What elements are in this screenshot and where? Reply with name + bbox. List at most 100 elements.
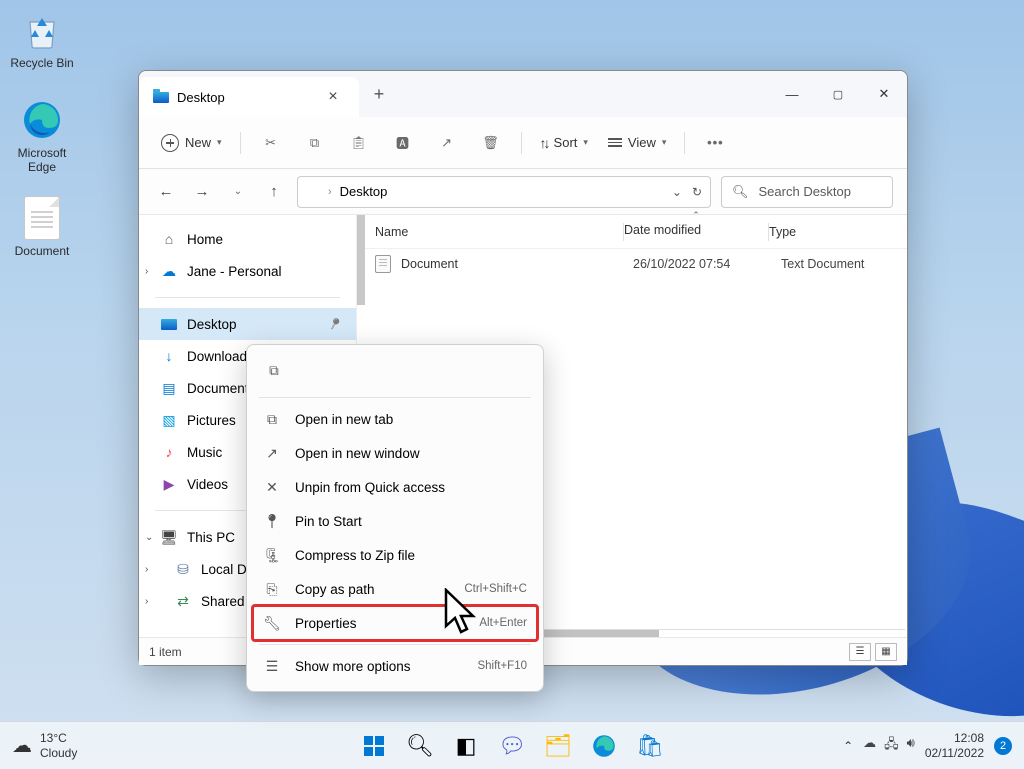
- network-icon[interactable]: 🖧︎: [884, 735, 899, 757]
- tab-close-icon[interactable]: ×: [321, 85, 345, 109]
- back-button[interactable]: ←: [153, 179, 179, 205]
- minimize-button[interactable]: —: [769, 71, 815, 117]
- file-row[interactable]: Document 26/10/2022 07:54 Text Document: [357, 249, 907, 279]
- thumbnails-view-button[interactable]: ▦: [875, 643, 897, 661]
- task-view-button[interactable]: ◧: [446, 726, 486, 766]
- ctx-copy-button[interactable]: ⧉: [259, 357, 289, 385]
- properties-icon: 🔧︎: [263, 614, 281, 632]
- address-bar[interactable]: › Desktop ⌄ ↻: [297, 176, 711, 208]
- system-tray[interactable]: ☁ 🖧︎ 🔊︎: [863, 735, 915, 757]
- onedrive-tray-icon[interactable]: ☁: [863, 735, 876, 757]
- sidebar-item-label: Pictures: [187, 413, 236, 428]
- ctx-copy-path[interactable]: ⎘Copy as pathCtrl+Shift+C: [253, 572, 537, 606]
- ctx-show-more[interactable]: ☰Show more optionsShift+F10: [253, 649, 537, 683]
- desktop-icon-recycle-bin[interactable]: Recycle Bin: [4, 8, 80, 70]
- volume-icon[interactable]: 🔊︎: [907, 735, 915, 757]
- chat-button[interactable]: 💬︎: [492, 726, 532, 766]
- file-date: 26/10/2022 07:54: [633, 257, 781, 271]
- pin-icon: 📍︎: [324, 314, 344, 334]
- close-button[interactable]: ✕: [861, 71, 907, 117]
- file-name: Document: [401, 257, 633, 271]
- sidebar-item-onedrive[interactable]: › ☁ Jane - Personal: [139, 255, 356, 287]
- copy-icon: ⧉: [310, 135, 319, 151]
- up-button[interactable]: ↑: [261, 179, 287, 205]
- collapse-icon[interactable]: ⌄: [145, 532, 153, 543]
- ctx-open-new-tab[interactable]: ⧉Open in new tab: [253, 402, 537, 436]
- search-box[interactable]: 🔍︎ Search Desktop: [721, 176, 893, 208]
- rename-button[interactable]: 🅰︎: [383, 126, 423, 160]
- column-name[interactable]: Name: [375, 225, 623, 239]
- desktop-icon-label: Microsoft Edge: [4, 146, 80, 174]
- address-segment[interactable]: Desktop: [340, 184, 388, 199]
- search-button[interactable]: 🔍︎: [400, 726, 440, 766]
- desktop-icon-document[interactable]: Document: [4, 196, 80, 258]
- sidebar-item-label: Jane - Personal: [187, 264, 282, 279]
- notification-badge[interactable]: 2: [994, 737, 1012, 755]
- more-icon: ☰: [263, 657, 281, 675]
- expand-icon[interactable]: ›: [145, 266, 148, 277]
- scroll-ruler[interactable]: [357, 215, 365, 305]
- ctx-open-new-window[interactable]: ↗Open in new window: [253, 436, 537, 470]
- column-type[interactable]: Type: [769, 225, 889, 239]
- refresh-button[interactable]: ↻: [692, 185, 702, 199]
- clock-date: 02/11/2022: [925, 746, 984, 760]
- desktop-icon-edge[interactable]: Microsoft Edge: [4, 98, 80, 174]
- copy-icon: ⧉: [269, 363, 279, 379]
- column-date[interactable]: ⌃Date modified: [624, 226, 768, 237]
- more-button[interactable]: •••: [695, 126, 735, 160]
- expand-icon[interactable]: ›: [145, 596, 148, 607]
- clock-time: 12:08: [954, 731, 984, 745]
- start-button[interactable]: [354, 726, 394, 766]
- sidebar-item-desktop[interactable]: Desktop📍︎: [139, 308, 356, 340]
- new-window-icon: ↗: [263, 444, 281, 462]
- ctx-compress[interactable]: 🗜︎Compress to Zip file: [253, 538, 537, 572]
- chevron-down-icon: ▾: [217, 137, 222, 148]
- edge-icon: [20, 98, 64, 142]
- tray-chevron-icon[interactable]: ⌃: [843, 739, 853, 753]
- chevron-down-icon: ▾: [662, 137, 667, 148]
- ctx-shortcut: Shift+F10: [477, 660, 527, 672]
- copy-button[interactable]: ⧉: [295, 126, 335, 160]
- copy-path-icon: ⎘: [263, 580, 281, 598]
- desktop-icon-label: Recycle Bin: [4, 56, 80, 70]
- expand-icon[interactable]: ›: [145, 564, 148, 575]
- downloads-icon: ↓: [161, 348, 177, 364]
- window-tab[interactable]: Desktop ×: [139, 77, 359, 117]
- ctx-pin-start[interactable]: 📍︎Pin to Start: [253, 504, 537, 538]
- ctx-unpin[interactable]: ✕Unpin from Quick access: [253, 470, 537, 504]
- maximize-button[interactable]: ▢: [815, 71, 861, 117]
- sidebar-item-label: This PC: [187, 530, 235, 545]
- ctx-label: Copy as path: [295, 582, 375, 597]
- documents-icon: ▤: [161, 380, 177, 396]
- cut-icon: ✂: [265, 135, 276, 151]
- recent-button[interactable]: ⌄: [225, 179, 251, 205]
- sort-button[interactable]: Sort ▾: [532, 126, 596, 160]
- sidebar-item-label: Downloads: [187, 349, 254, 364]
- videos-icon: ▶: [161, 476, 177, 492]
- share-button[interactable]: ↗: [427, 126, 467, 160]
- view-button[interactable]: View ▾: [600, 126, 674, 160]
- edge-button[interactable]: [584, 726, 624, 766]
- command-bar: New ▾ ✂ ⧉ 📋︎ 🅰︎ ↗ 🗑︎ Sort ▾ View ▾ •••: [139, 117, 907, 169]
- sidebar-item-label: Videos: [187, 477, 228, 492]
- cut-button[interactable]: ✂: [251, 126, 291, 160]
- sidebar-item-home[interactable]: ⌂Home: [139, 223, 356, 255]
- clock[interactable]: 12:08 02/11/2022: [925, 731, 984, 760]
- ctx-properties[interactable]: 🔧︎PropertiesAlt+Enter: [253, 606, 537, 640]
- details-view-button[interactable]: ☰: [849, 643, 871, 661]
- weather-widget[interactable]: ☁ 13°C Cloudy: [12, 731, 77, 760]
- disk-icon: ⛁: [175, 561, 191, 577]
- delete-button[interactable]: 🗑︎: [471, 126, 511, 160]
- new-button[interactable]: New ▾: [153, 126, 230, 160]
- rename-icon: 🅰︎: [396, 133, 409, 152]
- store-button[interactable]: 🛍︎: [630, 726, 670, 766]
- chevron-down-icon[interactable]: ⌄: [672, 185, 682, 199]
- edge-icon: [592, 734, 616, 758]
- file-explorer-button[interactable]: 🗂︎: [538, 726, 578, 766]
- new-tab-button[interactable]: +: [359, 71, 399, 117]
- new-tab-icon: ⧉: [263, 410, 281, 428]
- paste-button[interactable]: 📋︎: [339, 126, 379, 160]
- cloud-icon: ☁: [161, 263, 177, 279]
- shared-icon: ⇄: [175, 593, 191, 609]
- forward-button[interactable]: →: [189, 179, 215, 205]
